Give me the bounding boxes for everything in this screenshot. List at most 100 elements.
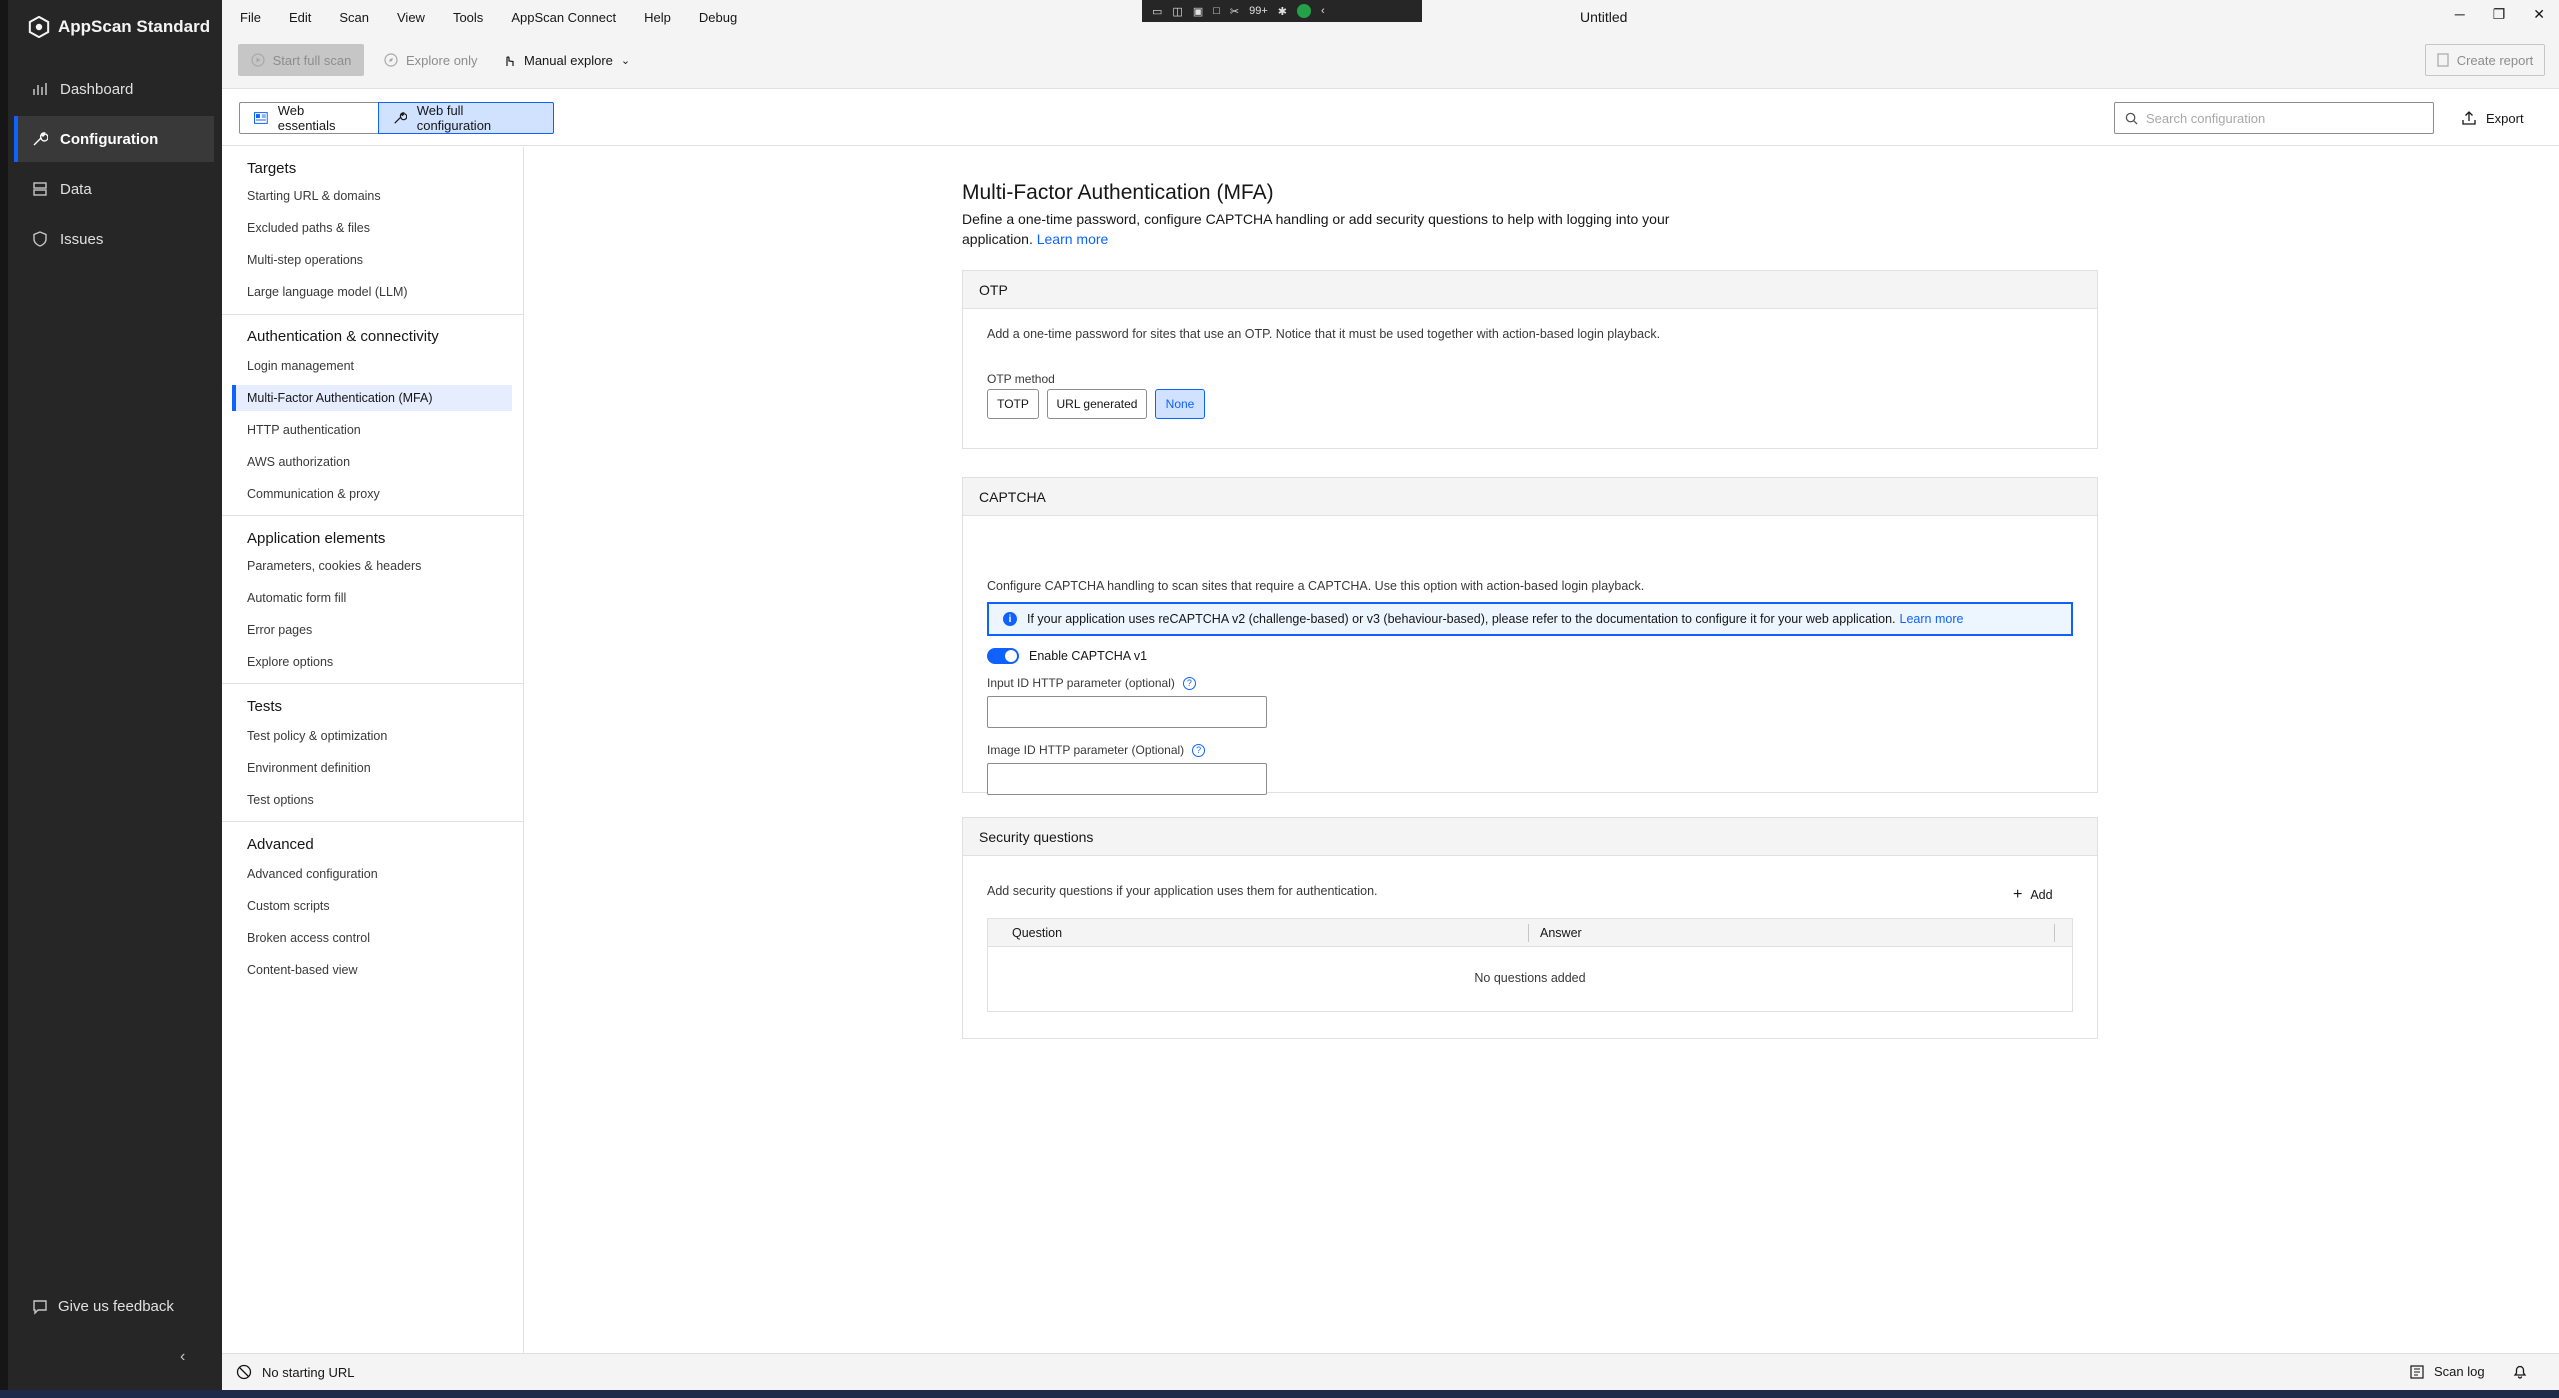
recaptcha-notice-text: If your application uses reCAPTCHA v2 (c… — [1027, 612, 1896, 626]
status-bar: No starting URL Scan log — [222, 1353, 2559, 1390]
config-tabbar: Web essentials Web full configuration Ex… — [222, 90, 2559, 146]
square-icon[interactable]: □ — [1213, 5, 1220, 17]
sidebar-item-error-pages[interactable]: Error pages — [232, 617, 522, 643]
sidebar-item-test-policy[interactable]: Test policy & optimization — [232, 723, 522, 749]
menu-edit[interactable]: Edit — [275, 10, 325, 25]
feedback-link[interactable]: Give us feedback — [32, 1298, 174, 1315]
learn-more-link[interactable]: Learn more — [1037, 231, 1109, 247]
restore-icon[interactable]: ❐ — [2493, 6, 2506, 23]
notice-learn-more-link[interactable]: Learn more — [1900, 612, 1964, 626]
sidebar-item-custom-scripts[interactable]: Custom scripts — [232, 893, 522, 919]
recaptcha-notice: i If your application uses reCAPTCHA v2 … — [987, 602, 2073, 636]
otp-option-url-generated[interactable]: URL generated — [1047, 389, 1147, 419]
add-label: Add — [2030, 888, 2053, 902]
add-question-button[interactable]: + Add — [2013, 886, 2053, 904]
toggle-knob — [1005, 650, 1017, 662]
tray-icon[interactable]: ▭ — [1152, 5, 1162, 18]
image-id-field[interactable] — [987, 763, 1267, 795]
sidebar-item-http-authentication[interactable]: HTTP authentication — [232, 417, 522, 443]
group-title-targets: Targets — [247, 160, 297, 177]
export-button[interactable]: Export — [2462, 102, 2524, 134]
nav-item-data[interactable]: Data — [14, 166, 214, 212]
manual-explore-button[interactable]: Manual explore ⌄ — [502, 44, 630, 76]
chevron-down-icon: ⌄ — [620, 54, 631, 67]
configuration-sidebar: Targets Starting URL & domains Excluded … — [222, 147, 524, 1353]
close-icon[interactable]: ✕ — [2533, 6, 2545, 23]
nav-item-dashboard[interactable]: Dashboard — [14, 66, 214, 112]
nav-item-issues[interactable]: Issues — [14, 216, 214, 262]
sidebar-item-automatic-form-fill[interactable]: Automatic form fill — [232, 585, 522, 611]
input-id-label: Input ID HTTP parameter (optional) ? — [987, 676, 1196, 690]
help-icon[interactable]: ? — [1192, 743, 1206, 757]
tray-badge[interactable]: 99+ — [1249, 5, 1268, 17]
no-starting-url-status[interactable]: No starting URL — [236, 1364, 354, 1380]
menu-file[interactable]: File — [222, 10, 275, 25]
sidebar-item-excluded-paths[interactable]: Excluded paths & files — [232, 215, 522, 241]
captcha-description: Configure CAPTCHA handling to scan sites… — [987, 579, 1645, 593]
window-controls: ─ ❐ ✕ — [2455, 6, 2545, 23]
sidebar-item-advanced-configuration[interactable]: Advanced configuration — [232, 861, 522, 887]
nav-label: Issues — [60, 230, 104, 248]
sidebar-item-explore-options[interactable]: Explore options — [232, 649, 522, 675]
notification-bell-icon[interactable] — [2512, 1363, 2528, 1382]
bluetooth-icon[interactable]: ✱ — [1278, 5, 1287, 18]
minimize-icon[interactable]: ─ — [2455, 6, 2465, 23]
menu-debug[interactable]: Debug — [685, 10, 751, 25]
menu-appscan-connect[interactable]: AppScan Connect — [497, 10, 630, 25]
start-full-scan-button[interactable]: Start full scan — [238, 44, 364, 76]
menu-help[interactable]: Help — [630, 10, 685, 25]
security-questions-header: Security questions — [963, 818, 2097, 856]
create-report-button[interactable]: Create report — [2425, 44, 2545, 76]
sidebar-item-login-management[interactable]: Login management — [232, 353, 522, 379]
otp-card: OTP Add a one-time password for sites th… — [962, 270, 2098, 449]
scan-log-button[interactable]: Scan log — [2410, 1364, 2485, 1379]
menu-view[interactable]: View — [383, 10, 439, 25]
otp-option-totp[interactable]: TOTP — [987, 389, 1039, 419]
explore-only-label: Explore only — [406, 52, 478, 68]
sidebar-item-environment-definition[interactable]: Environment definition — [232, 755, 522, 781]
sidebar-item-content-based-view[interactable]: Content-based view — [232, 957, 522, 983]
help-icon[interactable]: ? — [1182, 676, 1196, 690]
sidebar-item-aws-authorization[interactable]: AWS authorization — [232, 449, 522, 475]
window-title: Untitled — [1580, 9, 1628, 25]
camera-icon[interactable]: ◫ — [1172, 5, 1182, 18]
otp-option-none[interactable]: None — [1155, 389, 1205, 419]
group-title-advanced: Advanced — [247, 836, 314, 853]
nav-item-configuration[interactable]: Configuration — [14, 116, 214, 162]
nav-edge — [0, 0, 8, 1390]
divider — [222, 683, 523, 684]
collapse-nav-chevron-icon[interactable]: ‹ — [180, 1348, 185, 1366]
sidebar-item-parameters[interactable]: Parameters, cookies & headers — [232, 553, 522, 579]
sidebar-item-starting-url[interactable]: Starting URL & domains — [232, 183, 522, 209]
sidebar-item-test-options[interactable]: Test options — [232, 787, 522, 813]
search-input[interactable] — [2146, 110, 2426, 126]
sidebar-item-multi-step[interactable]: Multi-step operations — [232, 247, 522, 273]
log-icon — [2410, 1364, 2424, 1379]
tab-web-essentials[interactable]: Web essentials — [239, 102, 379, 134]
wrench-icon — [33, 132, 48, 146]
plus-icon: + — [2013, 886, 2023, 903]
left-nav: AppScan Standard Dashboard Configuration… — [0, 0, 222, 1390]
toggle-track[interactable] — [987, 648, 1019, 664]
toolbar: Start full scan Explore only Manual expl… — [222, 34, 2559, 89]
tool-icon[interactable]: ✂ — [1230, 5, 1239, 18]
sidebar-item-communication-proxy[interactable]: Communication & proxy — [232, 481, 522, 507]
tray-chevron-icon[interactable]: ‹ — [1321, 5, 1325, 17]
column-divider[interactable] — [2054, 924, 2055, 942]
check-status-icon[interactable] — [1296, 4, 1311, 18]
sidebar-item-mfa[interactable]: Multi-Factor Authentication (MFA) — [232, 385, 512, 411]
monitor-icon[interactable]: ▣ — [1193, 5, 1203, 18]
input-id-field[interactable] — [987, 696, 1267, 728]
menu-tools[interactable]: Tools — [439, 10, 497, 25]
sidebar-item-broken-access-control[interactable]: Broken access control — [232, 925, 522, 951]
image-id-label-text: Image ID HTTP parameter (Optional) — [987, 743, 1185, 757]
input-id-label-text: Input ID HTTP parameter (optional) — [987, 676, 1175, 690]
group-title-application-elements: Application elements — [247, 530, 386, 547]
explore-only-button[interactable]: Explore only — [384, 44, 478, 76]
column-divider[interactable] — [1528, 924, 1529, 942]
manual-explore-label: Manual explore — [524, 52, 613, 68]
enable-captcha-toggle[interactable]: Enable CAPTCHA v1 — [987, 648, 1147, 664]
sidebar-item-llm[interactable]: Large language model (LLM) — [232, 279, 522, 305]
tab-web-full-configuration[interactable]: Web full configuration — [378, 102, 554, 134]
menu-scan[interactable]: Scan — [325, 10, 383, 25]
